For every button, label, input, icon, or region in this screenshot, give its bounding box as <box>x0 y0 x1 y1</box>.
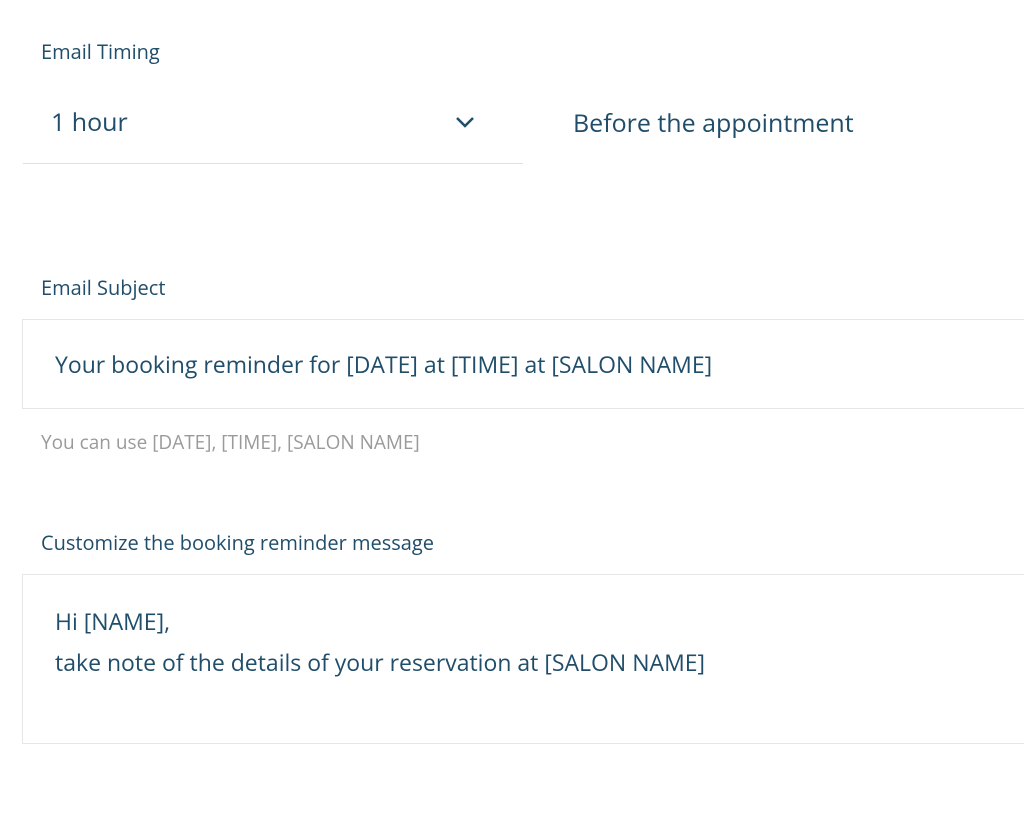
timing-dropdown-value: 1 hour <box>51 105 128 139</box>
timing-dropdown[interactable]: 1 hour <box>23 105 523 164</box>
chevron-down-icon <box>455 112 475 132</box>
email-timing-label: Email Timing <box>41 38 1024 65</box>
subject-help-text: You can use [DATE], [TIME], [SALON NAME] <box>41 429 1024 455</box>
message-textarea[interactable]: Hi [NAME], take note of the details of y… <box>22 574 1024 744</box>
email-subject-input[interactable] <box>22 319 1024 409</box>
timing-suffix-text: Before the appointment <box>573 106 854 164</box>
timing-row: 1 hour Before the appointment <box>0 105 1024 164</box>
email-subject-label: Email Subject <box>41 274 1024 301</box>
message-label: Customize the booking reminder message <box>41 529 1024 556</box>
